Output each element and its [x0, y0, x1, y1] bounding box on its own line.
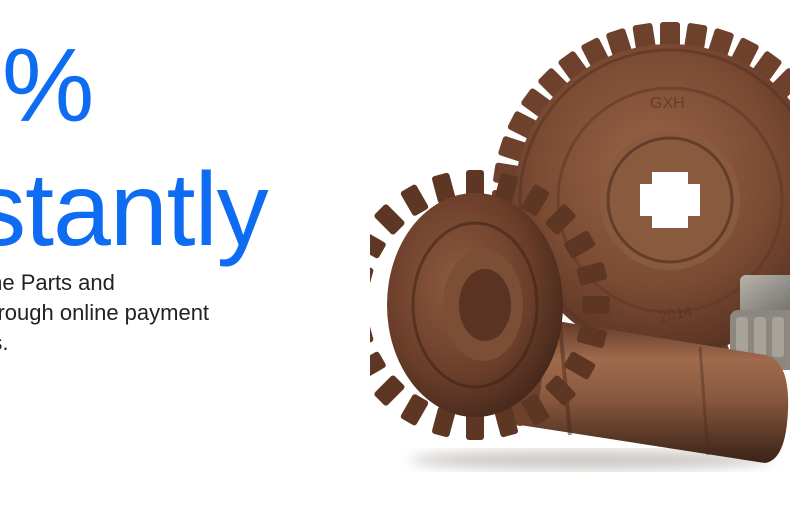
promo-description: chine Parts and y through online payment…	[0, 270, 210, 355]
gears-product-image: GXH 2014 A	[370, 22, 790, 470]
discount-headline: 5%	[0, 28, 94, 144]
gear-mark-top: GXH	[650, 95, 685, 112]
headline-subline: istantly	[0, 152, 269, 268]
promo-banner: 5% istantly chine Parts and y through on…	[0, 0, 790, 510]
